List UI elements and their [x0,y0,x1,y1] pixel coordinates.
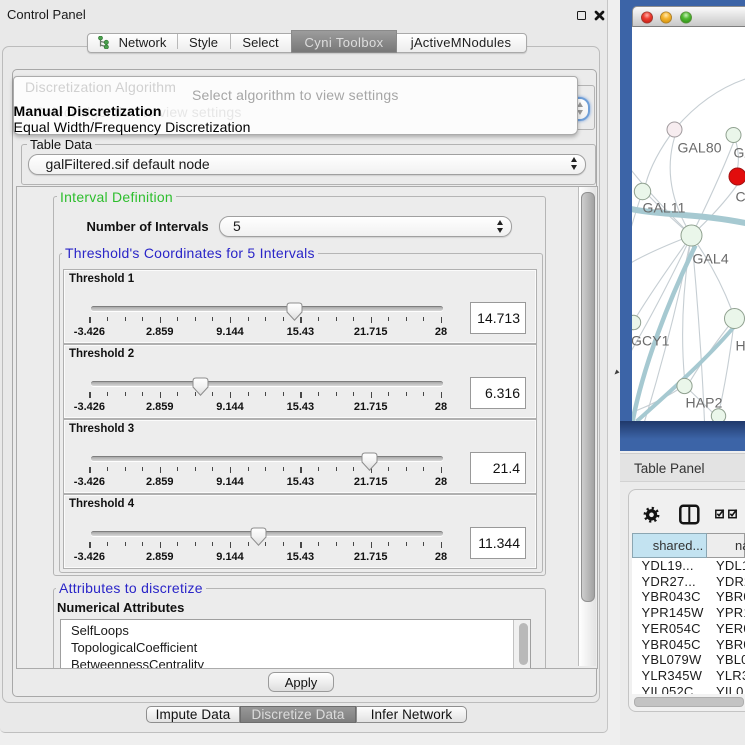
svg-text:HAP2: HAP2 [685,394,722,410]
svg-text:GAL11: GAL11 [642,199,685,215]
svg-text:H: H [735,337,745,353]
svg-text:C: C [735,188,745,204]
svg-text:GAL4: GAL4 [692,250,728,266]
svg-text:GA: GA [733,144,745,160]
svg-text:GCY1: GCY1 [632,332,670,348]
svg-text:GAL80: GAL80 [677,139,721,155]
